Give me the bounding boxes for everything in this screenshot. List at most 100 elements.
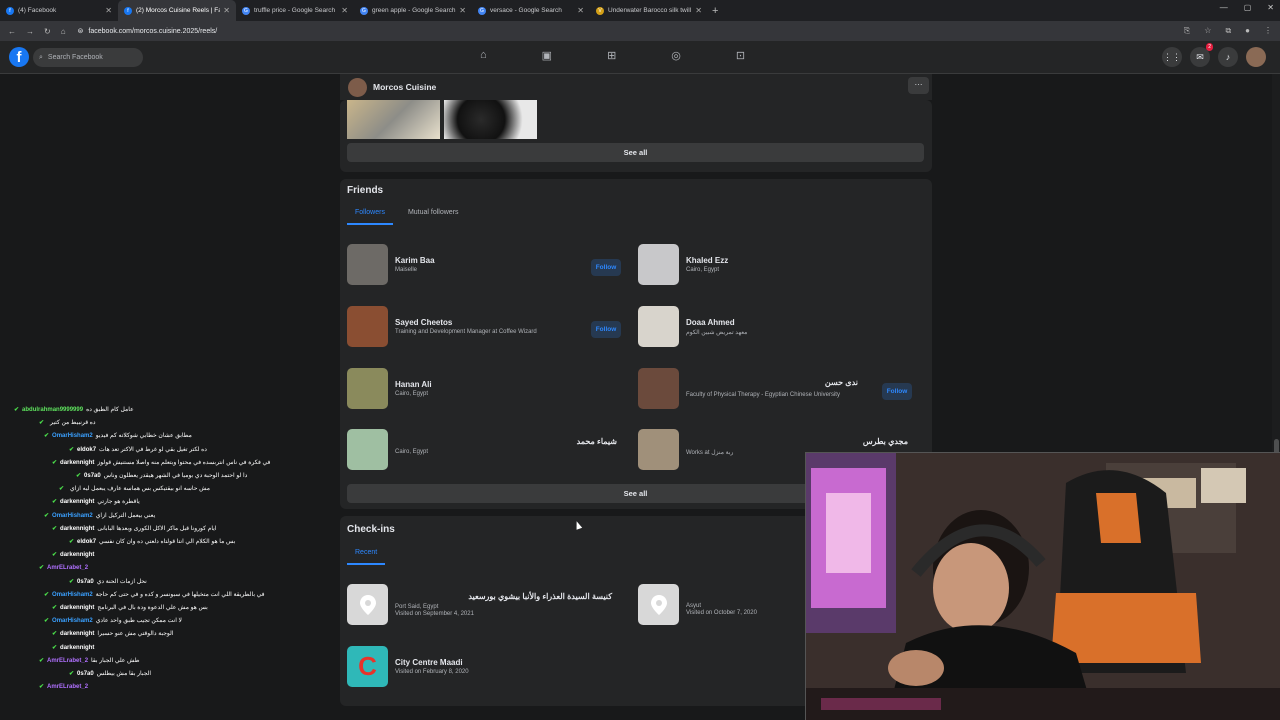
friend-name[interactable]: مجدي بطرس xyxy=(863,437,908,446)
chat-username: eldok7 xyxy=(77,446,97,453)
browser-tab[interactable]: Gtruffle price - Google Search ✕ xyxy=(236,0,354,21)
checkin-name[interactable]: كنيسة السيدة العذراء والأنبا بيشوي بورسع… xyxy=(468,592,612,601)
follow-button[interactable]: Follow xyxy=(591,321,621,338)
friend-item[interactable]: ندى حسن Faculty of Physical Therapy - Eg… xyxy=(638,368,918,409)
browser-tab[interactable]: f (2) Morcos Cuisine Reels | Faceb✕ xyxy=(118,0,236,21)
friend-item[interactable]: Karim Baa Maiselle xyxy=(347,244,627,285)
browser-tab[interactable]: f (4) Facebook ✕ xyxy=(0,0,118,21)
verified-check-icon: ✔ xyxy=(39,684,45,691)
home-nav-icon[interactable]: ⌂ xyxy=(480,49,487,62)
minimize-icon[interactable]: — xyxy=(1220,3,1228,12)
menu-icon[interactable]: ⋮ xyxy=(1264,26,1272,36)
messenger-icon[interactable]: ✉ 2 xyxy=(1190,43,1213,67)
map-pin-icon xyxy=(638,584,679,625)
chat-message: ✔ AmrELrabet_2 xyxy=(14,562,364,575)
page-avatar[interactable] xyxy=(348,77,367,97)
chat-message: ✔ ده قرنبيط من كتير xyxy=(14,417,364,430)
gaming-nav-icon[interactable]: ⊡ xyxy=(736,49,745,62)
maximize-icon[interactable]: ▢ xyxy=(1244,3,1252,12)
close-window-icon[interactable]: ✕ xyxy=(1267,3,1274,12)
verified-check-icon: ✔ xyxy=(52,631,58,638)
marketplace-nav-icon[interactable]: ⊞ xyxy=(607,49,616,62)
verified-check-icon: ✔ xyxy=(52,499,58,506)
friend-name[interactable]: Doaa Ahmed xyxy=(686,318,918,327)
follow-button[interactable]: Follow xyxy=(591,259,621,276)
browser-tab-bar: f (4) Facebook ✕ f (2) Morcos Cuisine Reels … xyxy=(0,0,1280,21)
versace-icon: V xyxy=(596,6,604,15)
friend-photo[interactable] xyxy=(638,429,679,470)
chat-username: 0s7a0 xyxy=(84,473,101,480)
chat-text: مش حاسه انو بيقتيكس بس هماسة عارف يبعمل … xyxy=(70,486,210,493)
friend-name[interactable]: ندى حسن xyxy=(825,378,858,387)
profile-icon[interactable]: ● xyxy=(1245,26,1250,36)
site-info-icon[interactable]: ⊜ xyxy=(78,27,84,35)
bookmark-star-icon[interactable]: ☆ xyxy=(1204,26,1211,36)
friend-item[interactable]: Hanan Ali Cairo, Egypt xyxy=(347,368,627,409)
menu-grid-icon[interactable]: ⋮⋮ xyxy=(1162,47,1182,67)
chat-username: darkennight xyxy=(60,459,95,466)
friend-photo[interactable] xyxy=(347,306,388,347)
friend-photo[interactable] xyxy=(347,368,388,409)
checkin-item[interactable]: C City Centre Maadi Visited on February … xyxy=(347,646,627,687)
friend-item[interactable]: شيماء محمد Cairo, Egypt xyxy=(347,429,627,470)
browser-tab[interactable]: Ggreen apple - Google Search ✕ xyxy=(354,0,472,21)
chat-username: OmarHisham2 xyxy=(52,591,93,598)
tab-followers[interactable]: Followers xyxy=(347,209,393,225)
friend-name[interactable]: Hanan Ali xyxy=(395,380,627,389)
groups-nav-icon[interactable]: ◎ xyxy=(671,49,681,62)
install-icon[interactable]: ⎘ xyxy=(1184,26,1190,36)
facebook-icon: f xyxy=(6,6,14,15)
friend-item[interactable]: Khaled Ezz Cairo, Egypt xyxy=(638,244,918,285)
close-tab-icon[interactable]: ✕ xyxy=(459,6,466,15)
close-tab-icon[interactable]: ✕ xyxy=(223,6,230,15)
url-field[interactable]: ⊜ facebook.com/morcos.cuisine.2025/reels… xyxy=(78,27,218,36)
friend-item[interactable]: Doaa Ahmed معهد تمريض شبين الكوم xyxy=(638,306,918,347)
forward-icon[interactable]: → xyxy=(26,27,34,36)
friend-name[interactable]: شيماء محمد xyxy=(577,437,617,446)
tab-mutual-followers[interactable]: Mutual followers xyxy=(408,209,459,225)
page-name[interactable]: Morcos Cuisine xyxy=(373,82,436,92)
chat-username: OmarHisham2 xyxy=(52,618,93,625)
checkin-item[interactable]: كنيسة السيدة العذراء والأنبا بيشوي بورسع… xyxy=(347,584,627,625)
chat-message: ✔ darkennight xyxy=(14,549,364,562)
photos-see-all-button[interactable]: See all xyxy=(347,143,924,162)
chat-username: eldok7 xyxy=(77,539,97,546)
friend-item[interactable]: Sayed Cheetos Training and Development M… xyxy=(347,306,627,347)
browser-tab[interactable]: V Underwater Barocco silk twill sh ✕ xyxy=(590,0,708,21)
chat-username: darkennight xyxy=(60,644,95,651)
account-avatar[interactable] xyxy=(1246,47,1266,67)
close-tab-icon[interactable]: ✕ xyxy=(341,6,348,15)
home-icon[interactable]: ⌂ xyxy=(61,27,66,36)
back-icon[interactable]: ← xyxy=(8,27,16,36)
extensions-icon[interactable]: ⧉ xyxy=(1225,26,1231,36)
chat-message: ✔ 0s7a0 الجبار بقا مش بيطلس xyxy=(14,668,364,681)
verified-check-icon: ✔ xyxy=(69,539,75,546)
friend-name[interactable]: Khaled Ezz xyxy=(686,256,918,265)
reload-icon[interactable]: ↻ xyxy=(44,27,51,36)
checkin-name[interactable]: City Centre Maadi xyxy=(395,658,627,667)
notifications-icon[interactable]: ♪ xyxy=(1218,47,1238,67)
chat-text: يعني بيعمل التركيل ازاي xyxy=(95,512,156,519)
browser-tab[interactable]: Gversace - Google Search ✕ xyxy=(472,0,590,21)
friend-photo[interactable] xyxy=(638,306,679,347)
facebook-logo-icon[interactable]: f xyxy=(9,47,29,67)
friend-photo[interactable] xyxy=(638,244,679,285)
verified-check-icon: ✔ xyxy=(69,671,75,678)
search-input[interactable]: ⌕ Search Facebook xyxy=(33,48,143,67)
follow-button[interactable]: Follow xyxy=(882,383,912,400)
chat-message: ✔ AmrELrabet_2 طش علي الجبار بقا xyxy=(14,655,364,668)
photo-thumbnail[interactable] xyxy=(444,100,537,139)
chat-message: ✔ darkennight بس هو مش علي الدعوة ودة بال … xyxy=(14,602,364,615)
close-tab-icon[interactable]: ✕ xyxy=(695,6,702,15)
friend-photo[interactable] xyxy=(347,244,388,285)
video-nav-icon[interactable]: ▣ xyxy=(542,49,552,62)
new-tab-button[interactable]: + xyxy=(712,5,718,17)
tab-title: versace - Google Search xyxy=(490,7,562,14)
photo-thumbnail[interactable] xyxy=(347,100,440,139)
friend-photo[interactable] xyxy=(638,368,679,409)
window-controls: — ▢ ✕ xyxy=(1220,3,1274,12)
chat-message: ✔ darkennight في فكرة في ناس انتربسده في م… xyxy=(14,457,364,470)
more-options-button[interactable]: ··· xyxy=(908,77,929,94)
close-tab-icon[interactable]: ✕ xyxy=(105,6,112,15)
close-tab-icon[interactable]: ✕ xyxy=(577,6,584,15)
